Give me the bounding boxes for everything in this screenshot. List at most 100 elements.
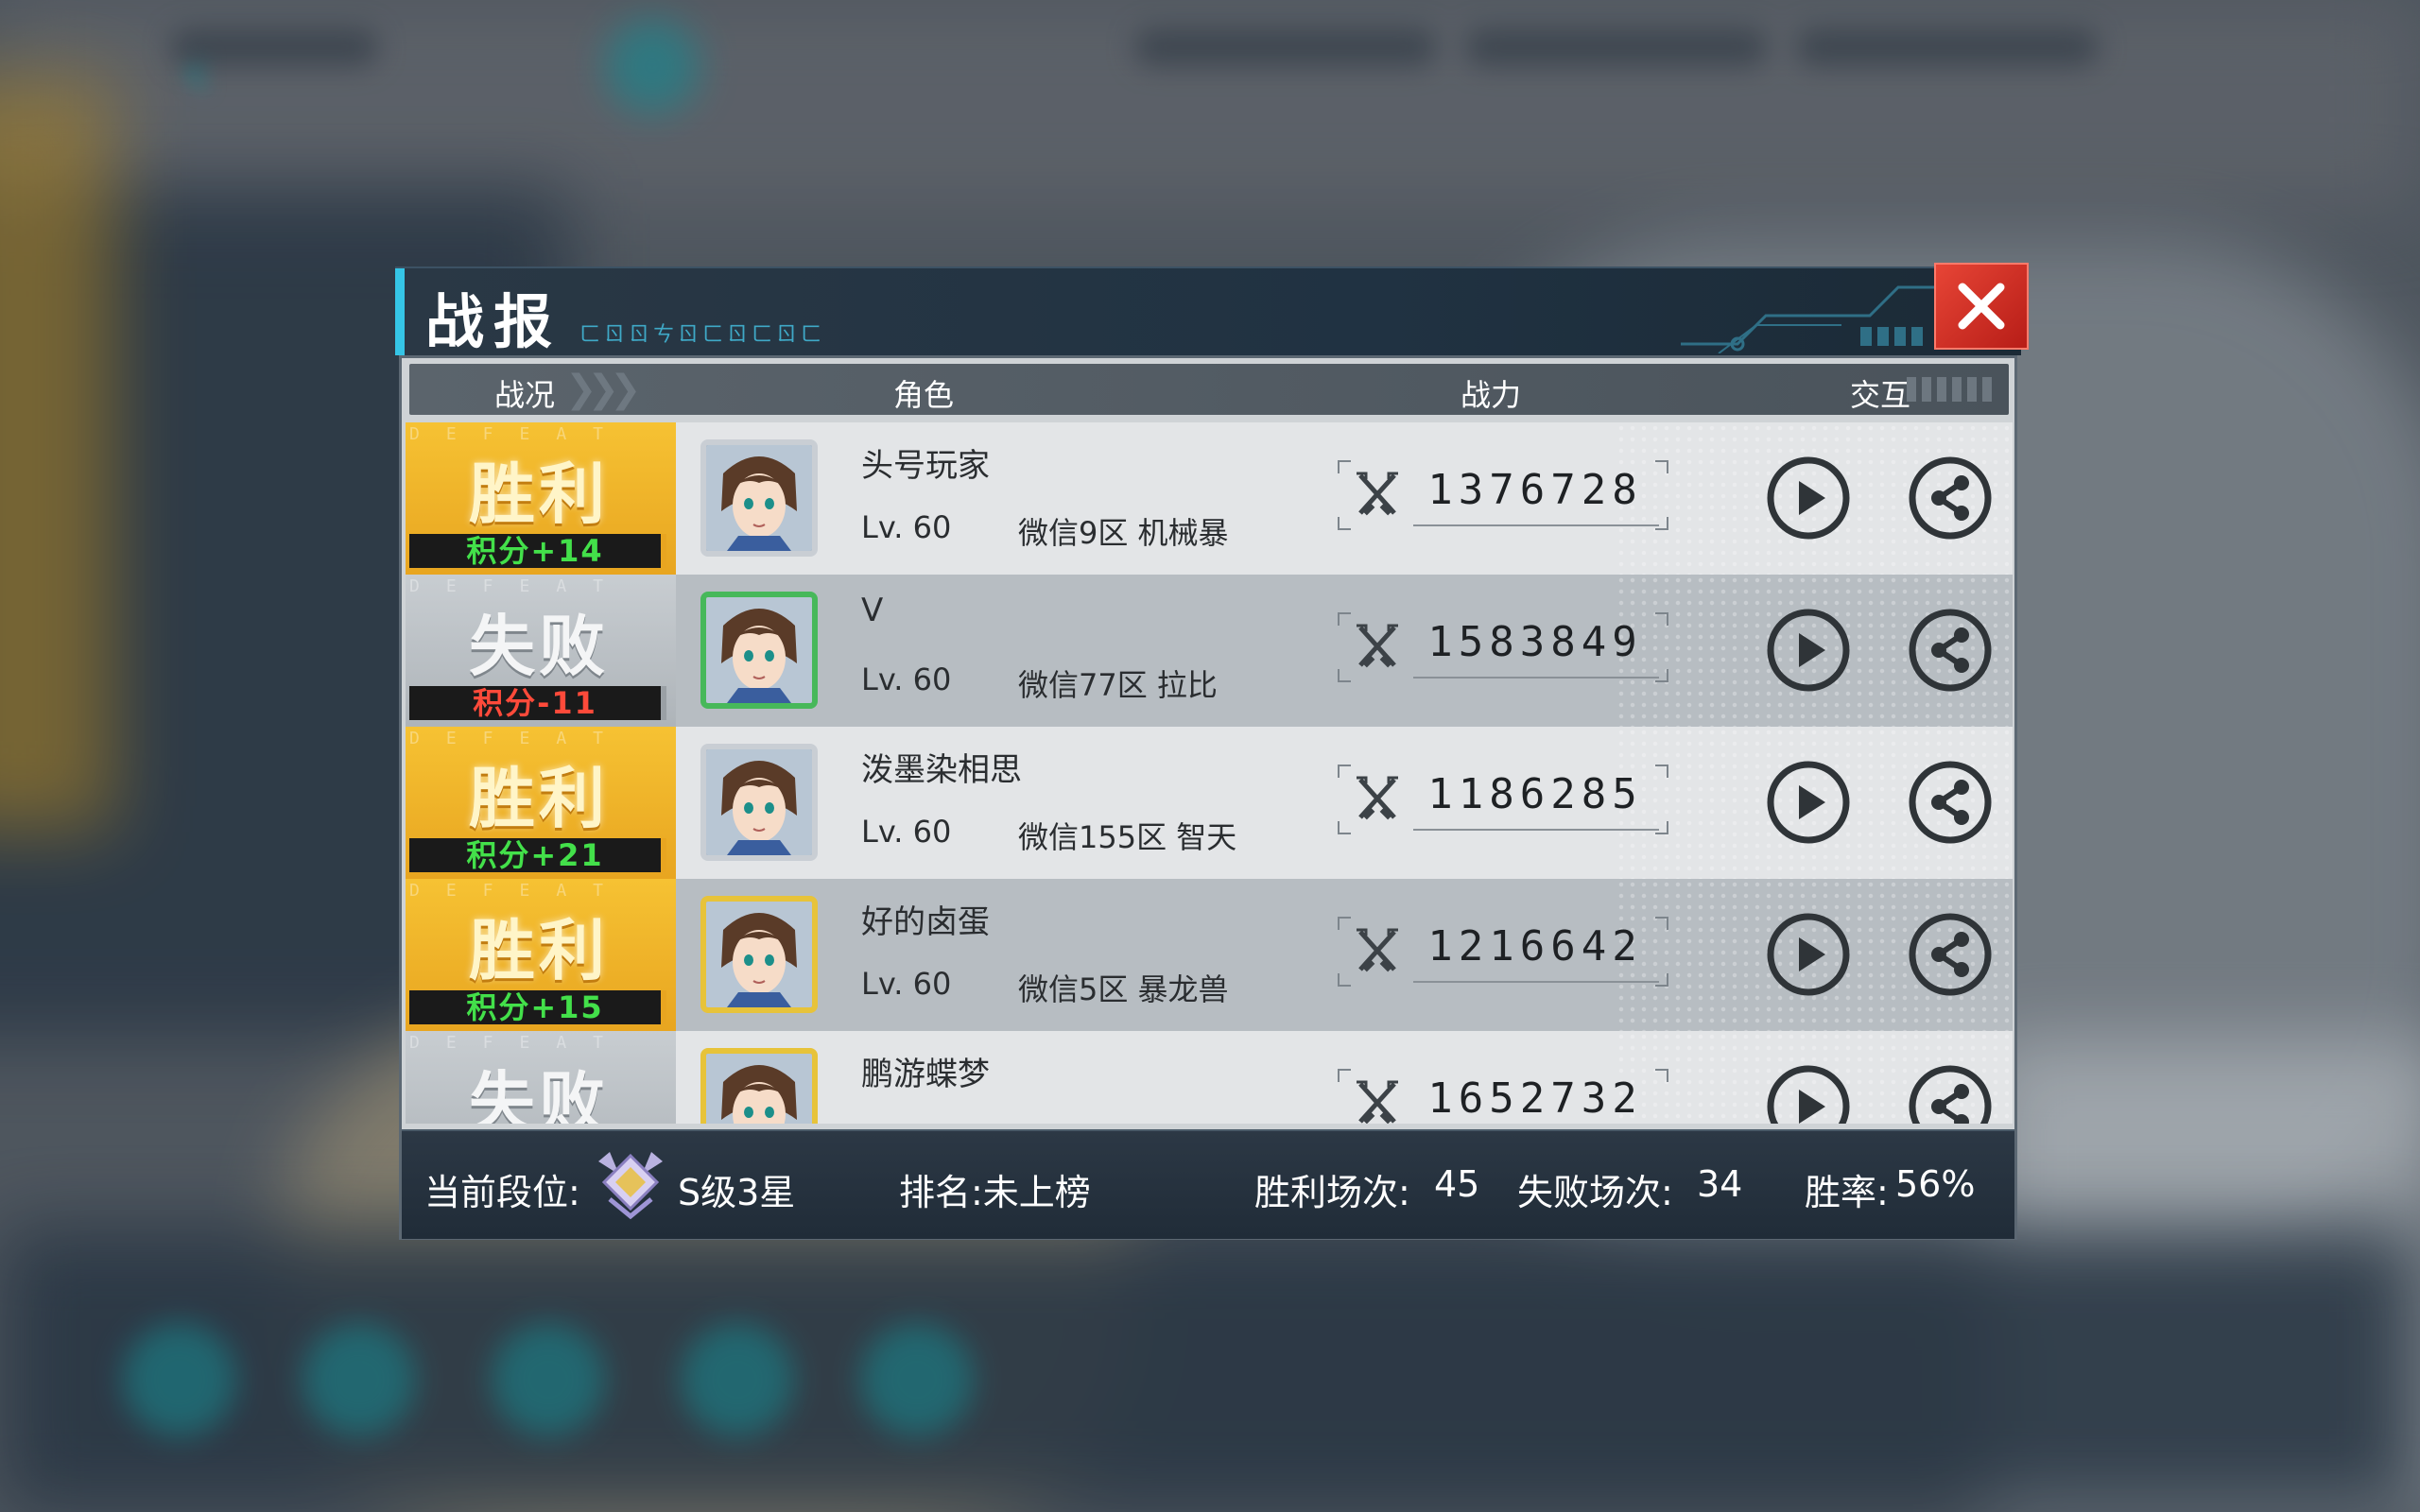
score-change: 积分+15 bbox=[409, 990, 666, 1024]
player-level: Lv. 60 bbox=[861, 662, 952, 697]
result-label: 失败 bbox=[469, 608, 609, 685]
losses-value: 34 bbox=[1697, 1163, 1743, 1205]
share-button[interactable] bbox=[1907, 607, 1994, 694]
combat-power: 1583849 bbox=[1338, 612, 1668, 682]
combat-power-value: 1216642 bbox=[1427, 922, 1643, 971]
replay-button[interactable] bbox=[1765, 455, 1852, 541]
player-avatar[interactable] bbox=[700, 592, 818, 709]
player-server: 微信77区 拉比 bbox=[1018, 667, 1218, 703]
battle-list-panel: 战况 ❯❯❯ 角色 战力 交互 DEFEAT 胜利 积分+14 头号玩家 Lv.… bbox=[399, 355, 2017, 1240]
column-header: 战况 ❯❯❯ 角色 战力 交互 bbox=[409, 364, 2009, 415]
result-banner: DEFEAT 胜利 积分+21 bbox=[406, 727, 676, 879]
header-arrows-decoration: ❯❯❯ bbox=[565, 368, 641, 411]
dialog-title-bar: 战报 ㄈㄖㄖㄘㄖㄈㄖㄈㄖㄈ bbox=[395, 266, 2021, 356]
title-decoration: ㄈㄖㄖㄘㄖㄈㄖㄈㄖㄈ bbox=[579, 323, 826, 347]
player-level: Lv. 60 bbox=[861, 814, 952, 850]
winrate-label: 胜率: bbox=[1805, 1172, 1889, 1213]
result-banner: DEFEAT 胜利 积分+15 bbox=[406, 879, 676, 1031]
combat-power: 1376728 bbox=[1338, 460, 1668, 530]
close-icon bbox=[1958, 283, 2005, 330]
play-icon bbox=[1767, 1065, 1850, 1124]
battle-row: DEFEAT 胜利 积分+15 好的卤蛋 Lv. 60 微信5区 暴龙兽 121… bbox=[406, 879, 2013, 1031]
combat-power: 1186285 bbox=[1338, 765, 1668, 834]
share-icon bbox=[1909, 1065, 1992, 1124]
player-avatar[interactable] bbox=[700, 896, 818, 1013]
player-level: Lv. 60 bbox=[861, 509, 952, 545]
player-server: 微信155区 智天 bbox=[1018, 819, 1237, 855]
share-button[interactable] bbox=[1907, 1063, 1994, 1124]
column-interact: 交互 bbox=[1850, 377, 1911, 413]
battle-row: DEFEAT 失败 鹏游蝶梦 1652732 bbox=[406, 1031, 2013, 1124]
player-avatar[interactable] bbox=[700, 744, 818, 861]
result-banner: DEFEAT 失败 bbox=[406, 1031, 676, 1124]
rank-text: 排名:未上榜 bbox=[899, 1172, 1091, 1213]
combat-power: 1216642 bbox=[1338, 917, 1668, 987]
player-name: 头号玩家 bbox=[861, 447, 990, 485]
avatar-portrait-icon bbox=[706, 1054, 812, 1124]
player-name: 泼墨染相思 bbox=[861, 751, 1022, 789]
combat-power-value: 1376728 bbox=[1427, 466, 1643, 514]
replay-button[interactable] bbox=[1765, 1063, 1852, 1124]
share-icon bbox=[1909, 456, 1992, 540]
tier-value: S级3星 bbox=[678, 1172, 796, 1213]
player-avatar[interactable] bbox=[700, 1048, 818, 1124]
play-icon bbox=[1767, 456, 1850, 540]
replay-button[interactable] bbox=[1765, 607, 1852, 694]
tier-label: 当前段位: bbox=[424, 1172, 580, 1213]
play-icon bbox=[1767, 761, 1850, 844]
player-avatar[interactable] bbox=[700, 439, 818, 557]
battle-row: DEFEAT 失败 积分-11 V Lv. 60 微信77区 拉比 158384… bbox=[406, 575, 2013, 727]
avatar-portrait-icon bbox=[706, 597, 812, 703]
player-server: 微信9区 机械暴 bbox=[1018, 515, 1229, 551]
share-icon bbox=[1909, 609, 1992, 692]
column-power: 战力 bbox=[1461, 377, 1522, 413]
combat-power-value: 1186285 bbox=[1427, 770, 1643, 818]
share-button[interactable] bbox=[1907, 911, 1994, 998]
stats-footer: 当前段位: S级3星 排名:未上榜 胜利场次: 45 失败场次: 34 胜率: … bbox=[402, 1129, 2014, 1239]
result-label: 胜利 bbox=[469, 760, 609, 837]
score-change: 积分+21 bbox=[409, 838, 666, 872]
circuit-decoration bbox=[1681, 285, 1945, 353]
result-label: 胜利 bbox=[469, 455, 609, 533]
crossed-swords-icon bbox=[1357, 1080, 1398, 1124]
result-banner: DEFEAT 失败 积分-11 bbox=[406, 575, 676, 727]
score-change: 积分+14 bbox=[409, 534, 666, 568]
player-name: 好的卤蛋 bbox=[861, 903, 990, 941]
column-status: 战况 bbox=[494, 377, 556, 413]
share-icon bbox=[1909, 913, 1992, 996]
crossed-swords-icon bbox=[1357, 928, 1398, 972]
dialog-title: 战报 bbox=[425, 287, 562, 356]
rank-badge-icon bbox=[598, 1152, 663, 1220]
crossed-swords-icon bbox=[1357, 472, 1398, 516]
result-banner: DEFEAT 胜利 积分+14 bbox=[406, 422, 676, 575]
wins-label: 胜利场次: bbox=[1254, 1172, 1410, 1213]
winrate-value: 56% bbox=[1895, 1163, 1976, 1205]
score-change: 积分-11 bbox=[409, 686, 666, 720]
play-icon bbox=[1767, 609, 1850, 692]
combat-power-value: 1583849 bbox=[1427, 618, 1643, 666]
replay-button[interactable] bbox=[1765, 759, 1852, 846]
share-button[interactable] bbox=[1907, 759, 1994, 846]
player-server: 微信5区 暴龙兽 bbox=[1018, 971, 1229, 1007]
avatar-portrait-icon bbox=[706, 902, 812, 1007]
avatar-portrait-icon bbox=[706, 749, 812, 855]
column-role: 角色 bbox=[893, 377, 955, 413]
losses-label: 失败场次: bbox=[1517, 1172, 1673, 1213]
battle-list[interactable]: DEFEAT 胜利 积分+14 头号玩家 Lv. 60 微信9区 机械暴 137… bbox=[406, 422, 2013, 1124]
crossed-swords-icon bbox=[1357, 624, 1398, 668]
player-name: 鹏游蝶梦 bbox=[861, 1056, 990, 1093]
play-icon bbox=[1767, 913, 1850, 996]
wins-value: 45 bbox=[1434, 1163, 1480, 1205]
share-button[interactable] bbox=[1907, 455, 1994, 541]
share-icon bbox=[1909, 761, 1992, 844]
result-label: 失败 bbox=[469, 1064, 609, 1124]
combat-power: 1652732 bbox=[1338, 1069, 1668, 1124]
replay-button[interactable] bbox=[1765, 911, 1852, 998]
combat-power-value: 1652732 bbox=[1427, 1074, 1643, 1123]
player-name: V bbox=[861, 592, 884, 629]
battle-row: DEFEAT 胜利 积分+21 泼墨染相思 Lv. 60 微信155区 智天 1… bbox=[406, 727, 2013, 879]
crossed-swords-icon bbox=[1357, 776, 1398, 820]
battle-report-dialog: 战报 ㄈㄖㄖㄘㄖㄈㄖㄈㄖㄈ 战况 ❯❯❯ 角色 战力 交互 DEFEAT 胜利 … bbox=[395, 263, 2029, 1240]
player-level: Lv. 60 bbox=[861, 966, 952, 1002]
close-button[interactable] bbox=[1934, 263, 2029, 350]
